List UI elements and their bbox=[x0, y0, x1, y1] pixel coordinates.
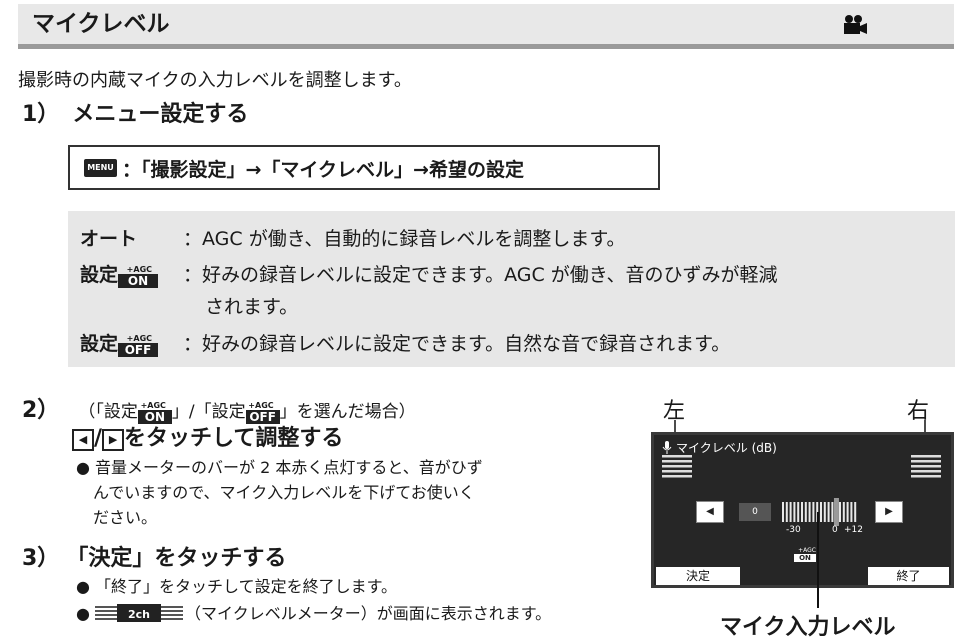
level-indicator[interactable] bbox=[833, 498, 839, 526]
level-tick bbox=[804, 502, 807, 522]
figure-caption: マイク入力レベル bbox=[720, 615, 896, 640]
option-desc: ：好みの録音レベルに設定できます。AGC が働き、音のひずみが軽減 bbox=[183, 264, 778, 286]
level-value: 0 bbox=[739, 503, 771, 521]
agc-off-badge: +AGC OFF bbox=[118, 334, 159, 358]
level-tick bbox=[808, 502, 811, 522]
scale-min: -30 bbox=[786, 525, 801, 535]
level-tick bbox=[854, 502, 857, 522]
level-tick bbox=[850, 502, 853, 522]
level-tick bbox=[839, 502, 841, 522]
menu-icon: MENU bbox=[84, 159, 117, 177]
option-auto: オート ：AGC が働き、自動的に録音レベルを調整します。 bbox=[80, 224, 625, 251]
camera-screen: マイクレベル (dB) ◀ ▶ 0 -30 0 +12 +AGC ON 決定 終… bbox=[651, 432, 954, 588]
step-number: 2） bbox=[22, 398, 60, 423]
right-meter bbox=[911, 455, 941, 478]
level-tick bbox=[782, 502, 784, 522]
option-agc-off: 設定 +AGC OFF ：好みの録音レベルに設定できます。自然な音で録音されます。 bbox=[80, 329, 730, 358]
left-arrow-icon: ◀ bbox=[72, 429, 94, 451]
title-underline bbox=[18, 44, 954, 49]
step-title: メニュー設定する bbox=[72, 102, 249, 127]
step-2-title: ◀ / ▶ をタッチして調整する bbox=[72, 420, 343, 452]
level-tick bbox=[789, 502, 792, 522]
movie-camera-icon bbox=[844, 15, 867, 34]
option-label: 設定 bbox=[80, 333, 119, 355]
level-tick bbox=[793, 502, 796, 522]
option-agc-on: 設定 +AGC ON ：好みの録音レベルに設定できます。AGC が働き、音のひずみが… bbox=[80, 260, 777, 289]
step-number: 1） bbox=[22, 102, 60, 127]
level-tick bbox=[827, 502, 830, 522]
step-3-notes: ● 「終了」をタッチして設定を終了します。 ● 2ch （マイクレベルメーター）… bbox=[76, 573, 551, 630]
increase-button[interactable]: ▶ bbox=[875, 501, 903, 523]
left-meter bbox=[662, 455, 692, 478]
caption-leader-line bbox=[817, 512, 819, 608]
step-condition: （「設定 +AGC ON 」/「設定 +AGC OFF 」を選んだ場合） bbox=[78, 401, 416, 424]
end-button[interactable]: 終了 bbox=[868, 567, 949, 585]
level-tick bbox=[801, 502, 803, 522]
ok-button[interactable]: 決定 bbox=[656, 567, 740, 585]
step-2-note: ● 音量メーターのバーが 2 本赤く点灯すると、音がひず んでいますので、マイク… bbox=[76, 458, 483, 527]
intro-text: 撮影時の内蔵マイクの入力レベルを調整します。 bbox=[18, 70, 412, 91]
step-1: 1） メニュー設定する bbox=[22, 96, 248, 128]
mic-level-meter-icon: 2ch bbox=[95, 603, 185, 630]
scale-mid: 0 bbox=[832, 525, 838, 535]
option-label: 設定 bbox=[80, 264, 119, 286]
decrease-button[interactable]: ◀ bbox=[696, 501, 724, 523]
option-desc: ：好みの録音レベルに設定できます。自然な音で録音されます。 bbox=[183, 333, 731, 355]
option-desc-cont: されます。 bbox=[205, 296, 299, 318]
level-tick bbox=[846, 502, 849, 522]
screen-title: マイクレベル (dB) bbox=[676, 441, 777, 455]
svg-text:2ch: 2ch bbox=[128, 608, 150, 621]
step-title: 「決定」をタッチする bbox=[66, 546, 287, 571]
level-tick bbox=[842, 502, 845, 522]
step-title: をタッチして調整する bbox=[124, 426, 344, 451]
option-label: オート bbox=[80, 228, 138, 250]
level-tick bbox=[797, 502, 800, 522]
microphone-icon bbox=[662, 441, 672, 454]
menu-path-text: ：「撮影設定」→「マイクレベル」→希望の設定 bbox=[122, 159, 524, 181]
page-title: マイクレベル bbox=[32, 11, 170, 37]
option-desc: ：AGC が働き、自動的に録音レベルを調整します。 bbox=[183, 228, 626, 250]
level-tick bbox=[785, 502, 788, 522]
step-3: 3） 「決定」をタッチする bbox=[22, 540, 286, 572]
agc-on-badge: +AGC ON bbox=[118, 265, 159, 289]
menu-path-box: MENU ：「撮影設定」→「マイクレベル」→希望の設定 bbox=[68, 145, 660, 190]
scale-max: +12 bbox=[844, 525, 863, 535]
level-tick bbox=[831, 502, 834, 522]
level-tick bbox=[823, 502, 826, 522]
right-arrow-icon: ▶ bbox=[102, 429, 125, 451]
step-number: 3） bbox=[22, 546, 60, 571]
